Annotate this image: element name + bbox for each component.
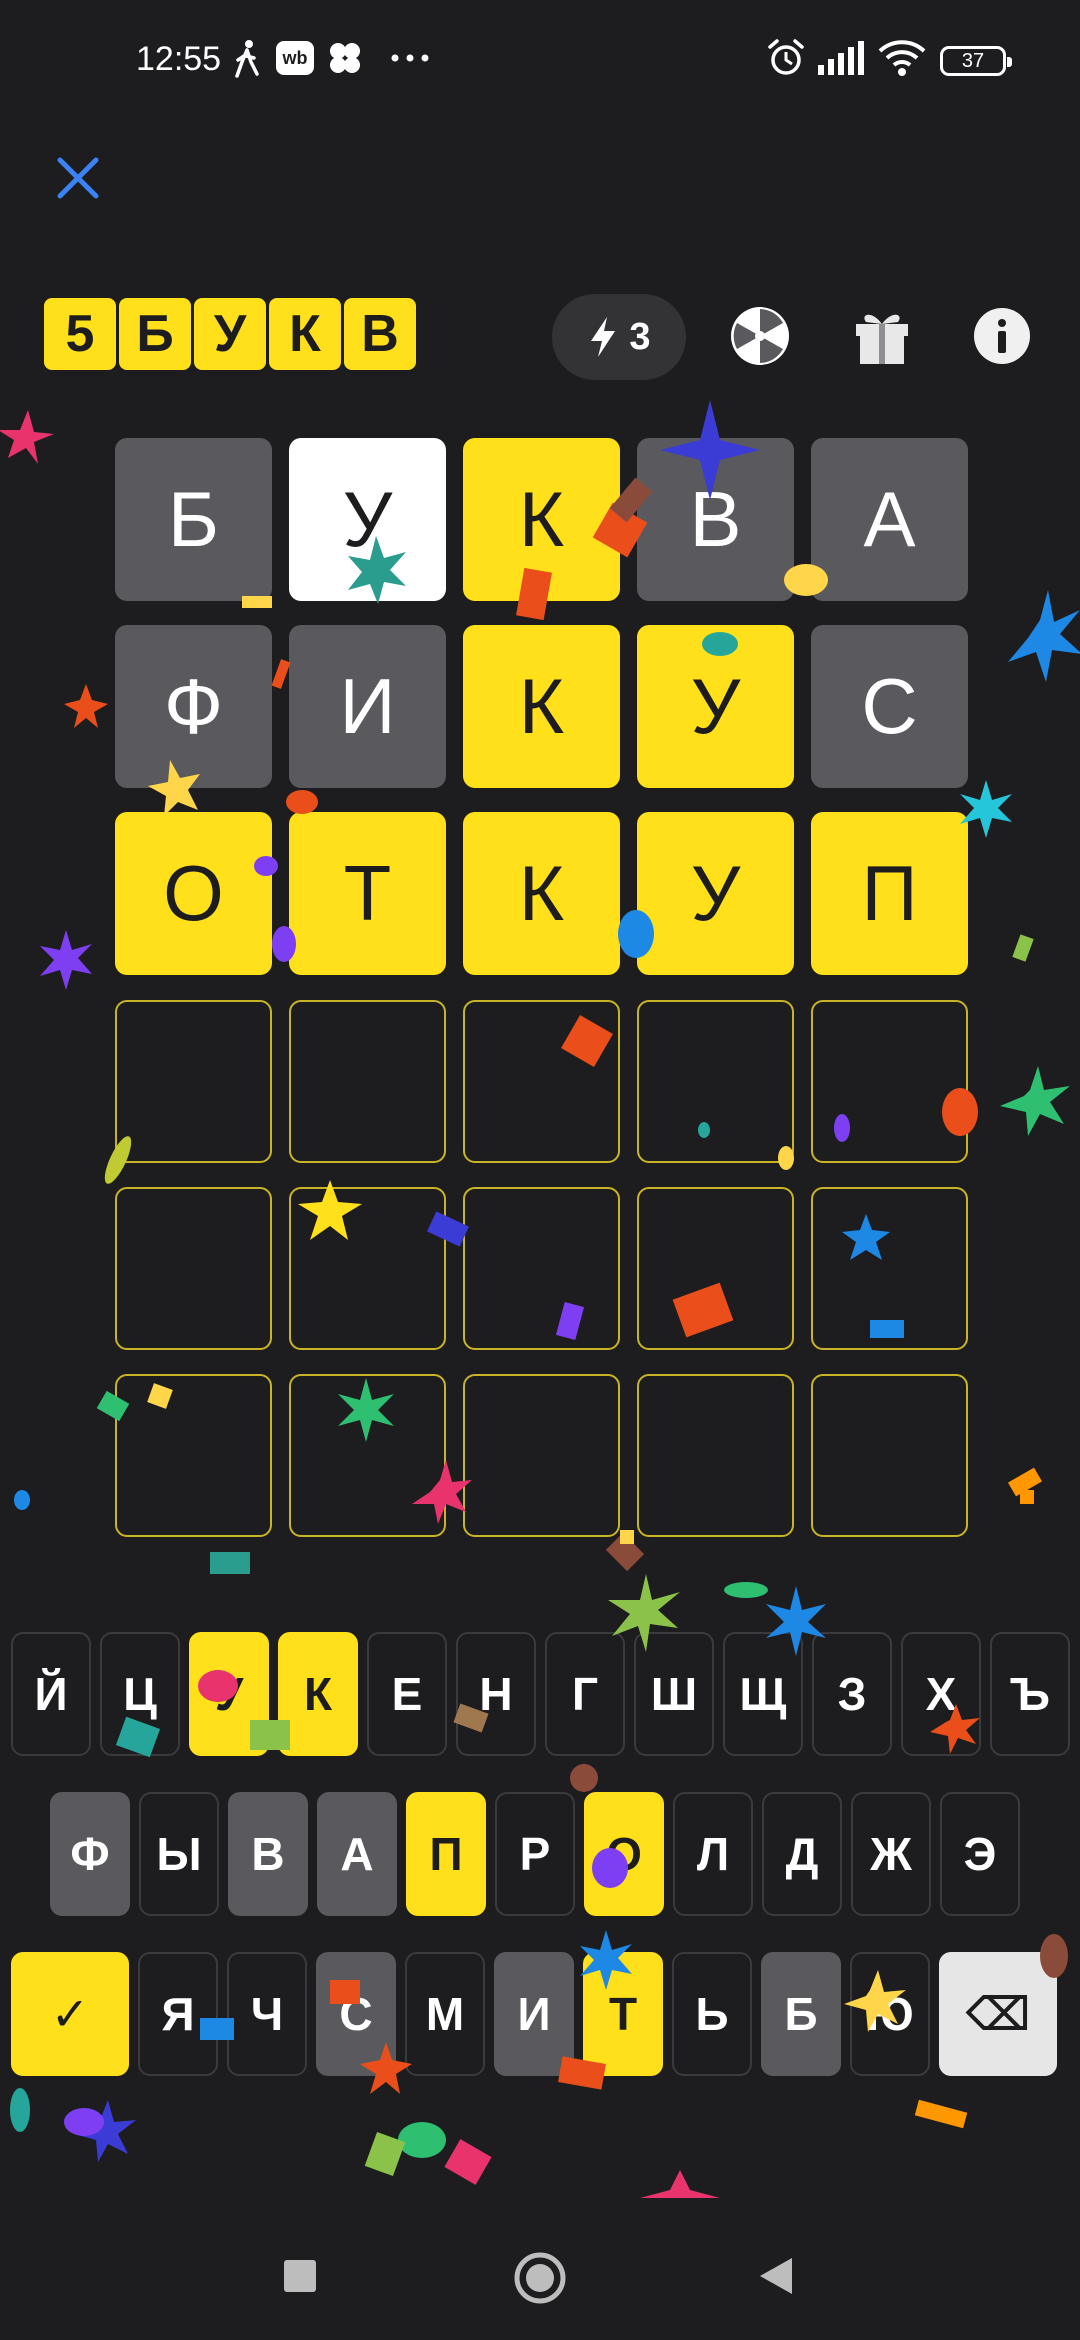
- navigation-bar: [0, 2220, 1080, 2340]
- key[interactable]: Т: [583, 1952, 663, 2076]
- key[interactable]: Э: [940, 1792, 1020, 1916]
- board-cell: А: [811, 438, 968, 601]
- alarm-icon: [766, 38, 806, 78]
- close-button[interactable]: [50, 150, 106, 206]
- board-cell: Ф: [115, 625, 272, 788]
- logo-tile: У: [194, 298, 266, 370]
- board-cell: У: [637, 625, 794, 788]
- close-icon: [57, 157, 99, 199]
- key[interactable]: Ш: [634, 1632, 714, 1756]
- key[interactable]: Ч: [227, 1952, 307, 2076]
- key[interactable]: М: [405, 1952, 485, 2076]
- wheel-button[interactable]: [728, 304, 792, 368]
- key[interactable]: Ы: [139, 1792, 219, 1916]
- backspace-key[interactable]: ⌫: [939, 1952, 1057, 2076]
- key[interactable]: К: [278, 1632, 358, 1756]
- gift-icon: [856, 314, 908, 364]
- hints-button[interactable]: 3: [552, 294, 686, 380]
- wifi-icon: [878, 38, 926, 78]
- board-cell: О: [115, 812, 272, 975]
- board-cell: [637, 1374, 794, 1537]
- key[interactable]: Л: [673, 1792, 753, 1916]
- key[interactable]: Е: [367, 1632, 447, 1756]
- board-cell: [637, 1187, 794, 1350]
- key[interactable]: И: [494, 1952, 574, 2076]
- battery-indicator: 37: [940, 46, 1012, 76]
- board-cell: К: [463, 812, 620, 975]
- board-cell: К: [463, 438, 620, 601]
- home-circle-icon[interactable]: [512, 2250, 568, 2306]
- clover-icon: [326, 38, 364, 78]
- key[interactable]: Й: [11, 1632, 91, 1756]
- board-cell: [289, 1000, 446, 1163]
- board-cell: [115, 1187, 272, 1350]
- board-cell: С: [811, 625, 968, 788]
- info-button[interactable]: [970, 304, 1034, 368]
- logo-tile: 5: [44, 298, 116, 370]
- key[interactable]: Ц: [100, 1632, 180, 1756]
- status-time: 12:55: [136, 40, 222, 78]
- board-cell: У: [289, 438, 446, 601]
- status-bar: 12:55 wb 37: [0, 0, 1080, 120]
- walk-icon: [232, 38, 262, 78]
- key[interactable]: А: [317, 1792, 397, 1916]
- recents-square-icon[interactable]: [282, 2258, 318, 2294]
- key[interactable]: Ж: [851, 1792, 931, 1916]
- board-cell: И: [289, 625, 446, 788]
- board-cell: [463, 1187, 620, 1350]
- gift-button[interactable]: [850, 304, 914, 368]
- more-dots-icon: [390, 38, 430, 78]
- board-cell: В: [637, 438, 794, 601]
- key[interactable]: Ь: [672, 1952, 752, 2076]
- back-triangle-icon[interactable]: [758, 2256, 794, 2296]
- board-cell: К: [463, 625, 620, 788]
- board-cell: [811, 1374, 968, 1537]
- board-cell: [115, 1000, 272, 1163]
- battery-level: 37: [961, 49, 985, 72]
- board-cell: [289, 1187, 446, 1350]
- key[interactable]: Ъ: [990, 1632, 1070, 1756]
- enter-key[interactable]: ✓: [11, 1952, 129, 2076]
- key[interactable]: Х: [901, 1632, 981, 1756]
- hints-count: 3: [629, 315, 651, 358]
- board-cell: [811, 1187, 968, 1350]
- logo-tile: Б: [119, 298, 191, 370]
- board-cell: [463, 1374, 620, 1537]
- board-cell: [811, 1000, 968, 1163]
- key[interactable]: Ф: [50, 1792, 130, 1916]
- logo-tile: К: [269, 298, 341, 370]
- key[interactable]: Н: [456, 1632, 536, 1756]
- board-cell: Т: [289, 812, 446, 975]
- board-cell: [463, 1000, 620, 1163]
- key[interactable]: Д: [762, 1792, 842, 1916]
- logo-tile: В: [344, 298, 416, 370]
- lightning-icon: [591, 317, 616, 357]
- key[interactable]: Ю: [850, 1952, 930, 2076]
- key[interactable]: Р: [495, 1792, 575, 1916]
- key[interactable]: У: [189, 1632, 269, 1756]
- wheel-icon: [731, 307, 789, 365]
- key[interactable]: Щ: [723, 1632, 803, 1756]
- board-cell: П: [811, 812, 968, 975]
- board-cell: Б: [115, 438, 272, 601]
- key[interactable]: О: [584, 1792, 664, 1916]
- board-cell: [115, 1374, 272, 1537]
- info-icon: [974, 308, 1030, 364]
- app-logo: 5 Б У К В: [44, 298, 416, 370]
- wb-app-icon: wb: [276, 38, 314, 78]
- board-cell: [637, 1000, 794, 1163]
- key[interactable]: Г: [545, 1632, 625, 1756]
- key[interactable]: З: [812, 1632, 892, 1756]
- key[interactable]: Б: [761, 1952, 841, 2076]
- board-cell: [289, 1374, 446, 1537]
- key[interactable]: Я: [138, 1952, 218, 2076]
- key[interactable]: П: [406, 1792, 486, 1916]
- key[interactable]: С: [316, 1952, 396, 2076]
- board-cell: У: [637, 812, 794, 975]
- key[interactable]: В: [228, 1792, 308, 1916]
- signal-icon: [818, 38, 864, 78]
